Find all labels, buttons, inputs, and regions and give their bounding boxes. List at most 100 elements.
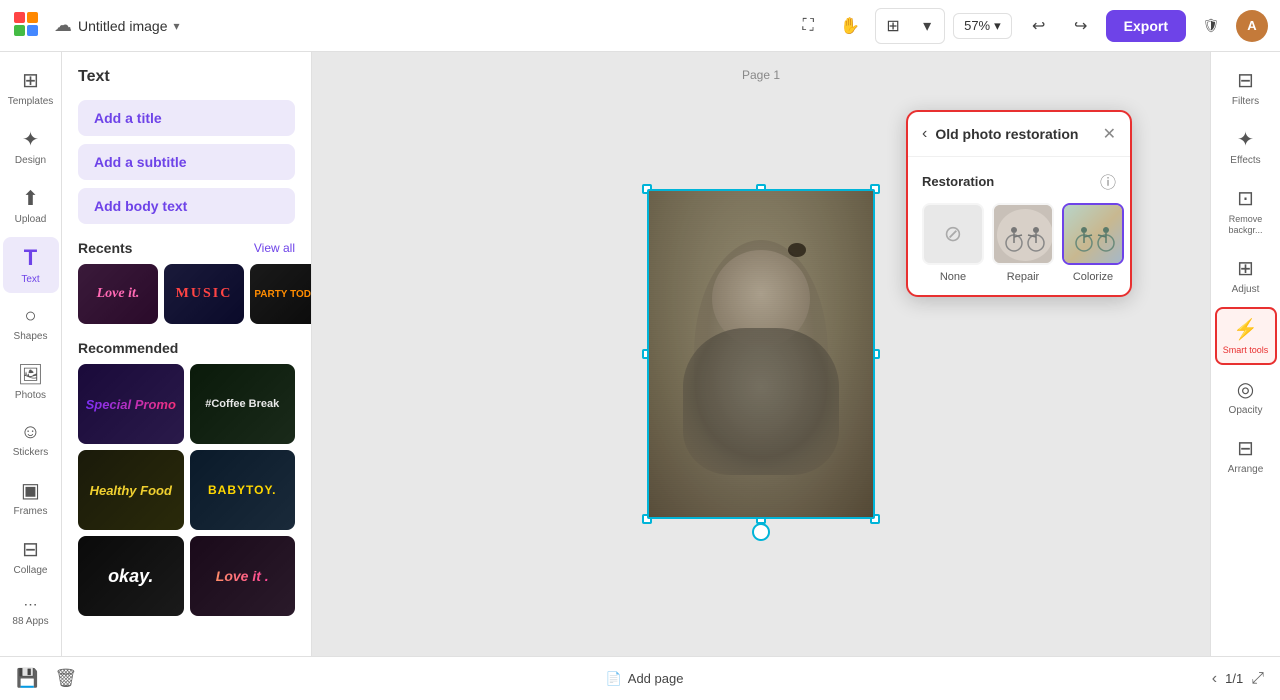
stickers-icon: ☺	[20, 421, 40, 444]
panel-title: Text	[62, 52, 311, 96]
restoration-option-none[interactable]: ⊘ None	[922, 203, 984, 283]
view-all-link[interactable]: View all	[254, 241, 295, 255]
right-panel: ⊟ Filters ✦ Effects ⊡ Remove backgr... ⊞…	[1210, 52, 1280, 656]
rp-item-label: Effects	[1230, 155, 1260, 166]
add-subtitle-button[interactable]: Add a subtitle	[78, 144, 295, 180]
bottom-bar: 💾 🗑 📄 Add page ‹ 1/1 ⤢	[0, 656, 1280, 700]
rotate-handle[interactable]	[752, 523, 770, 541]
add-body-button[interactable]: Add body text	[78, 188, 295, 224]
canvas-area: Page 1 ⊞ ⊡ ⊕ •••	[312, 52, 1210, 656]
none-thumb: ⊘	[922, 203, 984, 265]
adjust-icon: ⊞	[1237, 256, 1254, 281]
rp-item-label: Remove backgr...	[1219, 214, 1273, 236]
sidebar-item-templates[interactable]: ⊞ Templates	[3, 60, 59, 115]
hand-tool[interactable]: ✋	[833, 9, 867, 43]
avatar[interactable]: A	[1236, 10, 1268, 42]
layout-tool[interactable]: ⊞	[876, 9, 910, 43]
popup-close-button[interactable]: ✕	[1103, 124, 1116, 144]
page-count: 1/1	[1225, 671, 1243, 686]
save-to-device[interactable]: 💾	[16, 668, 38, 689]
redo-button[interactable]: ↪	[1064, 9, 1098, 43]
rp-item-smart-tools[interactable]: ⚡ Smart tools	[1215, 307, 1277, 366]
popup-header: ‹ Old photo restoration ✕	[908, 112, 1130, 157]
arrange-icon: ⊟	[1237, 436, 1254, 461]
repair-label: Repair	[1007, 271, 1039, 283]
layout-dropdown[interactable]: ▾	[910, 9, 944, 43]
sidebar-item-label: Stickers	[13, 447, 49, 458]
rec-item-special-promo[interactable]: Special Promo	[78, 364, 184, 444]
page-label: Page 1	[742, 68, 780, 82]
rp-item-label: Opacity	[1229, 405, 1263, 416]
sidebar-item-label: Collage	[14, 565, 48, 576]
rp-item-opacity[interactable]: ◎ Opacity	[1215, 369, 1277, 424]
rp-item-effects[interactable]: ✦ Effects	[1215, 119, 1277, 174]
rp-item-label: Filters	[1232, 96, 1259, 107]
rec-item-okay[interactable]: okay.	[78, 536, 184, 616]
export-button[interactable]: Export	[1106, 10, 1186, 42]
restoration-info-icon[interactable]: ⓘ	[1100, 169, 1116, 193]
rp-item-filters[interactable]: ⊟ Filters	[1215, 60, 1277, 115]
smart-tools-icon: ⚡	[1233, 317, 1258, 342]
upload-icon: ⬆	[22, 186, 39, 211]
templates-icon: ⊞	[22, 68, 39, 93]
recent-item-love-it[interactable]: Love it.	[78, 264, 158, 324]
rp-item-arrange[interactable]: ⊟ Arrange	[1215, 428, 1277, 483]
rp-item-label: Adjust	[1232, 284, 1260, 295]
add-title-button[interactable]: Add a title	[78, 100, 295, 136]
delete-page[interactable]: 🗑	[54, 668, 77, 689]
add-page-icon: 📄	[606, 671, 622, 687]
recents-scroll: Love it. MUSIC PARTY TODAY. ›	[62, 264, 311, 332]
sidebar-item-design[interactable]: ✦ Design	[3, 119, 59, 174]
colorize-thumb	[1062, 203, 1124, 265]
add-page-label: Add page	[628, 671, 684, 686]
rec-item-babytoy[interactable]: BABYTOY.	[190, 450, 296, 530]
sidebar-item-label: Shapes	[14, 331, 48, 342]
popup-panel: ‹ Old photo restoration ✕ Restoration ⓘ …	[906, 110, 1132, 297]
page-fullscreen[interactable]: ⤢	[1251, 670, 1264, 688]
photos-icon: 🖼	[18, 362, 43, 387]
document-title[interactable]: Untitled image	[78, 18, 168, 34]
sidebar-item-apps[interactable]: ⋯ 88 Apps	[3, 588, 59, 635]
effects-icon: ✦	[1237, 127, 1254, 152]
zoom-control[interactable]: 57% ▾	[953, 13, 1012, 39]
canvas-image[interactable]	[647, 189, 875, 519]
sidebar-item-upload[interactable]: ⬆ Upload	[3, 178, 59, 233]
left-sidebar: ⊞ Templates ✦ Design ⬆ Upload T Text ○ S…	[0, 52, 62, 656]
sidebar-item-stickers[interactable]: ☺ Stickers	[3, 413, 59, 466]
title-dropdown-icon[interactable]: ▾	[174, 19, 180, 33]
popup-back-button[interactable]: ‹	[922, 125, 927, 143]
shield-button[interactable]: 🛡	[1194, 9, 1228, 43]
logo[interactable]	[12, 10, 44, 42]
sidebar-item-frames[interactable]: ▣ Frames	[3, 470, 59, 525]
sidebar-item-photos[interactable]: 🖼 Photos	[3, 354, 59, 409]
repair-thumb	[992, 203, 1054, 265]
cloud-icon: ☁	[54, 15, 72, 36]
sidebar-item-shapes[interactable]: ○ Shapes	[3, 297, 59, 350]
toolbar-center: ⛶ ✋ ⊞ ▾ 57% ▾	[791, 8, 1012, 44]
remove-bg-icon: ⊡	[1237, 186, 1254, 211]
rp-item-remove-bg[interactable]: ⊡ Remove backgr...	[1215, 178, 1277, 244]
layout-tool-group: ⊞ ▾	[875, 8, 945, 44]
recent-item-party[interactable]: PARTY TODAY.	[250, 264, 311, 324]
recommended-label: Recommended	[62, 332, 311, 364]
add-page-button[interactable]: 📄 Add page	[93, 671, 1196, 687]
opacity-icon: ◎	[1237, 377, 1254, 402]
rec-item-healthy-food[interactable]: Healthy Food	[78, 450, 184, 530]
restoration-label: Restoration	[922, 174, 994, 189]
sidebar-item-collage[interactable]: ⊟ Collage	[3, 529, 59, 584]
document-title-area: ☁ Untitled image ▾	[54, 15, 781, 36]
sidebar-item-text[interactable]: T Text	[3, 237, 59, 293]
pointer-tool[interactable]: ⛶	[791, 9, 825, 43]
sidebar-item-label: Upload	[15, 214, 47, 225]
rp-item-adjust[interactable]: ⊞ Adjust	[1215, 248, 1277, 303]
restoration-option-repair[interactable]: Repair	[992, 203, 1054, 283]
rp-item-label: Arrange	[1228, 464, 1264, 475]
undo-button[interactable]: ↩	[1022, 9, 1056, 43]
page-prev[interactable]: ‹	[1212, 670, 1217, 688]
recent-item-music[interactable]: MUSIC	[164, 264, 244, 324]
restoration-option-colorize[interactable]: Colorize	[1062, 203, 1124, 283]
popup-body: Restoration ⓘ ⊘ None	[908, 157, 1130, 295]
sidebar-item-label: 88 Apps	[12, 616, 48, 627]
rec-item-love-it-2[interactable]: Love it .	[190, 536, 296, 616]
rec-item-coffee-break[interactable]: #Coffee Break	[190, 364, 296, 444]
